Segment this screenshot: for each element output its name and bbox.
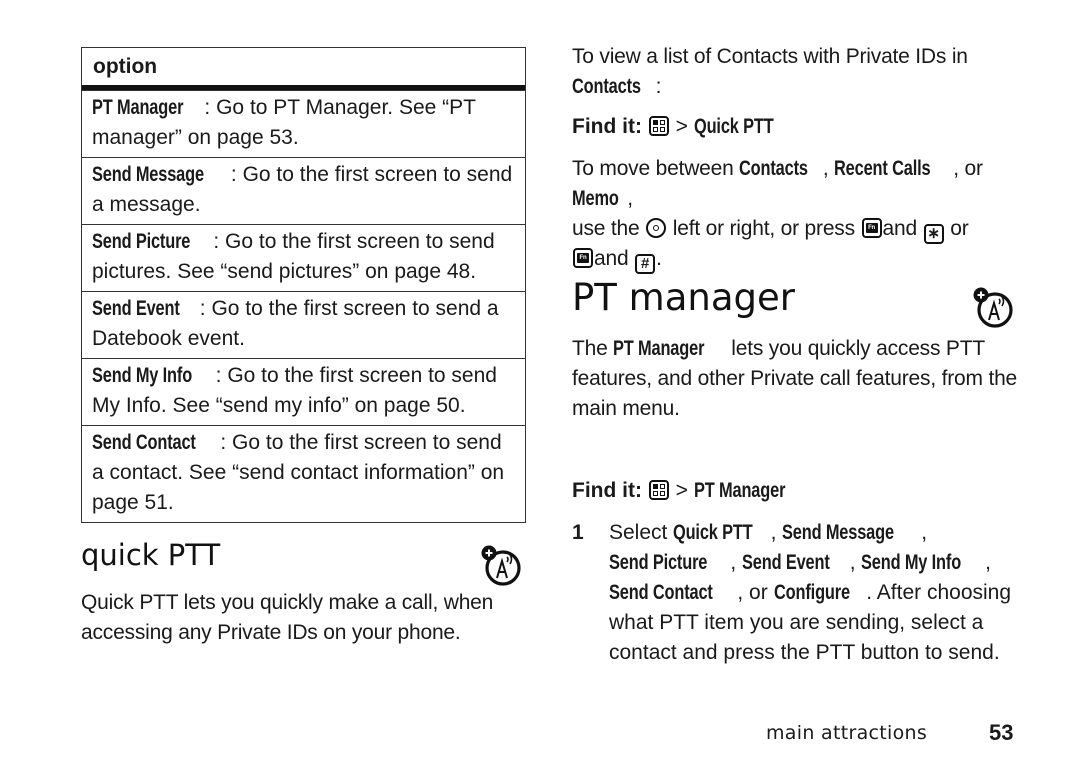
ptt-feature-icon (481, 545, 521, 586)
find-it-path: Quick PTT (693, 115, 774, 138)
section-title-quick-ptt: quick PTT (81, 538, 221, 572)
option-term: Send Picture (92, 230, 191, 253)
option-term: Send My Info (92, 364, 193, 387)
option-term: Send Event (92, 297, 180, 320)
pt-manager-description: The PT Manager lets you quickly access P… (572, 334, 1020, 424)
footer-section-label: main attractions (766, 722, 928, 744)
option-term: Send Contact (92, 431, 196, 454)
find-it-quick-ptt: Find it: > Quick PTT (572, 112, 1020, 142)
table-row: Send Contact: Go to the first screen to … (82, 425, 525, 522)
fn-key-icon: Fn (573, 248, 593, 268)
find-it-path: PT Manager (693, 479, 786, 502)
contacts-intro: To view a list of Contacts with Private … (572, 42, 1020, 102)
find-it-label: Find it: (572, 115, 642, 138)
term-pt-manager: PT Manager (613, 337, 705, 360)
nav-key-icon (646, 218, 667, 238)
menu-key-icon (648, 480, 669, 500)
table-row: Send My Info: Go to the first screen to … (82, 358, 525, 425)
quick-ptt-description: Quick PTT lets you quickly make a call, … (81, 591, 494, 644)
table-row: Send Message: Go to the first screen to … (82, 157, 525, 224)
steps-list: 1 Select Quick PTT, Send Message, Send P… (572, 518, 1020, 668)
find-it-pt-manager: Find it: > PT Manager (572, 476, 1020, 506)
page-number: 53 (989, 720, 1014, 745)
table-row: Send Picture: Go to the first screen to … (82, 224, 525, 291)
option-term: PT Manager (92, 96, 184, 119)
ptt-feature-icon (973, 287, 1013, 328)
find-it-label: Find it: (572, 479, 642, 502)
menu-key-icon (648, 116, 669, 136)
option-term: Send Message (92, 163, 204, 186)
table-header: option (82, 48, 525, 90)
hash-key-icon: # (635, 254, 656, 274)
navigation-instructions: To move between Contacts, Recent Calls, … (572, 157, 983, 274)
step-text: Select Quick PTT, Send Message, Send Pic… (609, 521, 1012, 664)
star-key-icon: ∗ (923, 224, 944, 244)
options-table: option PT Manager: Go to PT Manager. See… (81, 47, 526, 523)
section-title-pt-manager: PT manager (572, 276, 795, 319)
step-number: 1 (572, 521, 584, 544)
table-row: PT Manager: Go to PT Manager. See “PT ma… (82, 90, 525, 157)
fn-key-icon: Fn (861, 218, 882, 238)
table-row: Send Event: Go to the first screen to se… (82, 291, 525, 358)
term-contacts: Contacts (572, 75, 641, 98)
step-item: 1 Select Quick PTT, Send Message, Send P… (572, 518, 1020, 668)
